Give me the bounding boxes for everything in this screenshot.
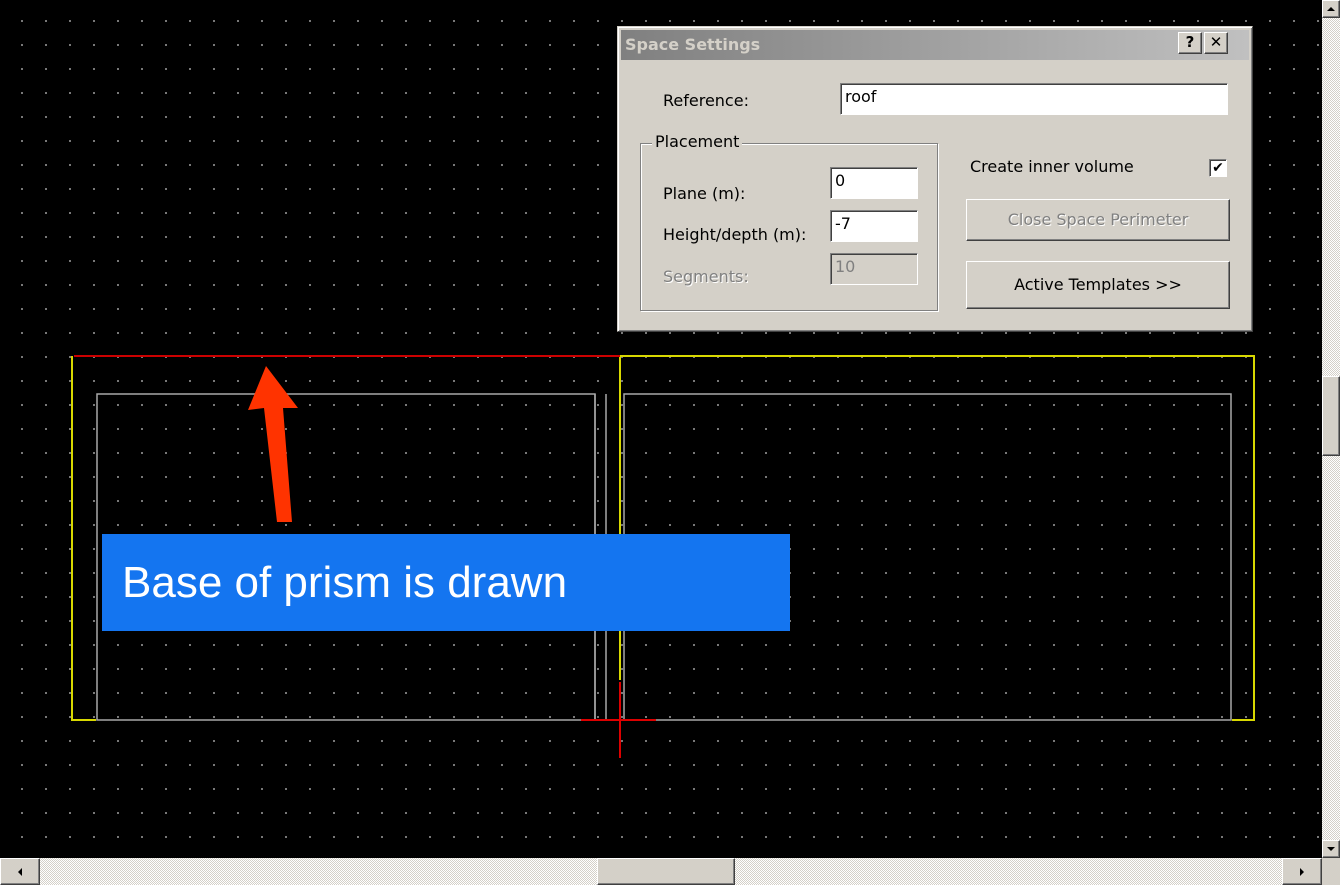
plane-label: Plane (m):: [663, 184, 746, 203]
chevron-right-icon: [1300, 867, 1304, 876]
left-space-outline: [71, 356, 96, 721]
chevron-down-icon: [1327, 847, 1335, 851]
segments-input: 10: [830, 253, 918, 285]
create-inner-volume-checkbox[interactable]: ✔: [1209, 159, 1227, 177]
create-inner-volume-label: Create inner volume: [970, 157, 1134, 176]
plane-input[interactable]: 0: [830, 167, 918, 199]
dialog-title: Space Settings: [625, 35, 761, 54]
reference-input[interactable]: roof: [840, 83, 1228, 115]
active-templates-button[interactable]: Active Templates >>: [966, 261, 1230, 309]
reference-label: Reference:: [663, 91, 749, 110]
segments-label: Segments:: [663, 267, 749, 286]
vertical-scroll-thumb[interactable]: [1322, 376, 1340, 456]
help-button[interactable]: ?: [1178, 32, 1202, 54]
close-button[interactable]: ✕: [1204, 32, 1228, 54]
space-settings-dialog: Space Settings ? ✕ Reference: roof Place…: [617, 26, 1253, 332]
annotation-callout: Base of prism is drawn: [102, 534, 790, 631]
chevron-up-icon: [1327, 7, 1335, 11]
horizontal-scrollbar[interactable]: [0, 858, 1322, 885]
scrollbar-corner: [1322, 858, 1340, 885]
chevron-left-icon: [18, 867, 22, 876]
scroll-down-button[interactable]: [1322, 840, 1340, 858]
height-depth-label: Height/depth (m):: [663, 225, 807, 244]
dialog-titlebar[interactable]: Space Settings: [621, 30, 1249, 60]
scroll-right-button[interactable]: [1282, 858, 1322, 885]
close-space-perimeter-button: Close Space Perimeter: [966, 199, 1230, 241]
scroll-up-button[interactable]: [1322, 0, 1340, 18]
horizontal-scroll-thumb[interactable]: [597, 858, 735, 885]
placement-group-title: Placement: [652, 132, 743, 151]
vertical-scrollbar[interactable]: [1322, 0, 1340, 858]
height-depth-input[interactable]: -7: [830, 210, 918, 242]
scroll-left-button[interactable]: [0, 858, 40, 885]
annotation-arrow: [248, 366, 298, 522]
